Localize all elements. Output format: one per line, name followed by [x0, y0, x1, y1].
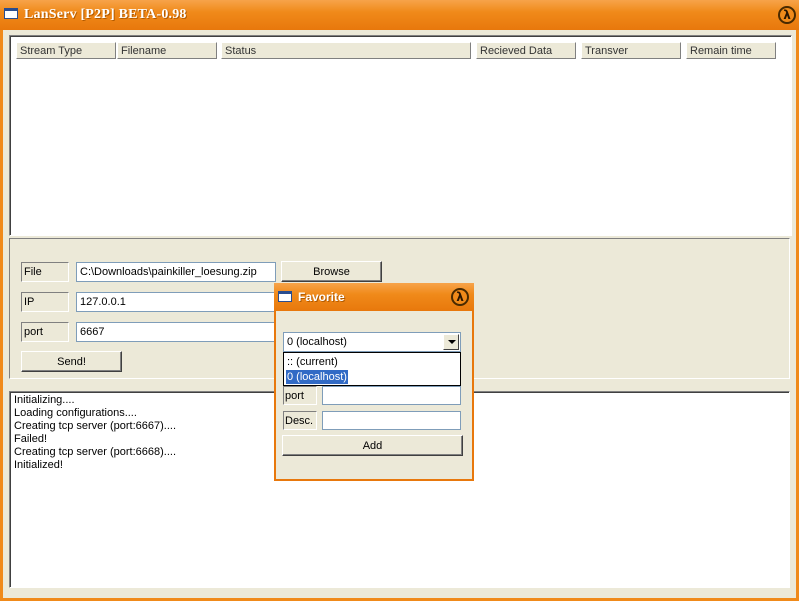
combo-value: 0 (localhost) [287, 336, 347, 348]
favorite-desc-label: Desc. [283, 411, 317, 430]
window-icon [278, 291, 292, 302]
column-recieved-data[interactable]: Recieved Data [476, 42, 576, 59]
chevron-down-icon[interactable] [443, 334, 459, 350]
port-input[interactable]: 6667 [76, 322, 276, 342]
dropdown-option-current[interactable]: :: (current) [286, 355, 339, 369]
favorite-title-bar[interactable]: Favorite λ [274, 283, 474, 311]
port-label: port [21, 322, 69, 342]
add-button[interactable]: Add [282, 435, 463, 456]
column-remain-time[interactable]: Remain time [686, 42, 776, 59]
close-icon[interactable]: λ [778, 6, 796, 24]
column-transver[interactable]: Transver [581, 42, 681, 59]
favorite-dialog: Favorite λ 0 (localhost) :: (current) 0 … [274, 283, 474, 481]
favorite-desc-input[interactable] [322, 411, 461, 430]
transfer-list[interactable]: Stream Type Filename Status Recieved Dat… [9, 35, 792, 236]
ip-label: IP [21, 292, 69, 312]
window-title: LanServ [P2P] BETA-0.98 [24, 7, 187, 22]
column-stream-type[interactable]: Stream Type [16, 42, 116, 59]
dropdown-option-localhost[interactable]: 0 (localhost) [286, 370, 348, 384]
favorite-title: Favorite [298, 290, 345, 304]
send-button[interactable]: Send! [21, 351, 122, 372]
column-status[interactable]: Status [221, 42, 471, 59]
window-icon [4, 8, 18, 19]
column-filename[interactable]: Filename [117, 42, 217, 59]
favorite-dropdown-list[interactable]: :: (current) 0 (localhost) [283, 352, 461, 386]
ip-input[interactable]: 127.0.0.1 [76, 292, 276, 312]
favorite-port-label: port [283, 386, 317, 405]
title-bar[interactable]: LanServ [P2P] BETA-0.98 λ [0, 0, 799, 30]
favorite-combo[interactable]: 0 (localhost) [283, 332, 461, 352]
browse-button[interactable]: Browse [281, 261, 382, 282]
favorite-port-input[interactable] [322, 386, 461, 405]
file-input[interactable]: C:\Downloads\painkiller_loesung.zip [76, 262, 276, 282]
close-icon[interactable]: λ [451, 288, 469, 306]
file-label: File [21, 262, 69, 282]
